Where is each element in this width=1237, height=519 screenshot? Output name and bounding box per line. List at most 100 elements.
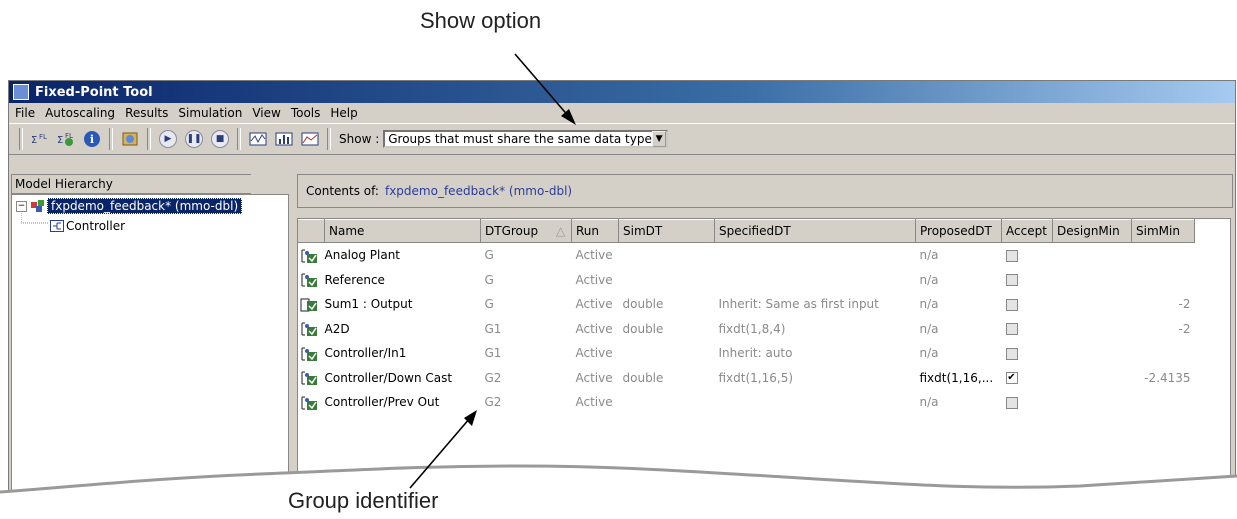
table-row[interactable]: A2D G1 Active double fixdt(1,8,4) n/a -2 (298, 317, 1195, 342)
column-dtgroup[interactable]: DTGroup △ (480, 219, 572, 243)
chevron-down-icon[interactable]: ▼ (651, 131, 667, 147)
app-icon (13, 84, 29, 100)
cell-simmin (1132, 243, 1195, 268)
results-table: Name DTGroup △ Run SimDT SpecifiedDT Pro… (297, 218, 1231, 508)
cell-run: Active (575, 272, 613, 287)
sum-block-icon (300, 298, 318, 312)
column-proposeddt[interactable]: ProposedDT (915, 219, 1002, 243)
accept-checkbox[interactable] (1005, 323, 1018, 336)
menu-help[interactable]: Help (326, 106, 363, 120)
table-row[interactable]: Sum1 : Output G Active double Inherit: Same … (298, 292, 1195, 317)
tree-item-label: Controller (66, 219, 126, 233)
show-histogram-icon[interactable] (273, 128, 295, 150)
cell-run: Active (575, 248, 613, 263)
menu-view[interactable]: View (248, 106, 286, 120)
row-icon (298, 366, 325, 391)
table-header-row: Name DTGroup △ Run SimDT SpecifiedDT Pro… (298, 219, 1195, 243)
table-row[interactable]: Controller/Prev Out G2 Active n/a (298, 390, 1195, 415)
cell-accept (1002, 243, 1053, 268)
svg-text:Σ: Σ (57, 135, 63, 146)
cell-designmin (1053, 292, 1132, 317)
accept-checkbox-checked[interactable]: ✔ (1005, 372, 1018, 385)
cell-run: Active (575, 395, 613, 410)
cell-proposeddt: n/a (919, 346, 939, 361)
cell-accept (1002, 390, 1053, 415)
apply-accepted-fraction-lengths-icon[interactable]: Σ FL (55, 128, 77, 150)
menu-autoscaling[interactable]: Autoscaling (41, 106, 121, 120)
accept-checkbox[interactable] (1005, 249, 1018, 262)
svg-text:Σ: Σ (31, 135, 37, 146)
table-row[interactable]: Controller/In1 G1 Active Inherit: auto n/a (298, 341, 1195, 366)
accept-checkbox[interactable] (1005, 274, 1018, 287)
svg-text:FL: FL (39, 133, 47, 141)
contents-pane: Contents of: fxpdemo_feedback* (mmo-dbl)… (297, 174, 1233, 508)
table-row[interactable]: Controller/Down Cast G2 Active double fixdt(… (298, 366, 1195, 391)
cell-simmin (1132, 341, 1195, 366)
cell-proposeddt: n/a (919, 297, 939, 312)
cell-designmin (1053, 390, 1132, 415)
signal-block-icon (300, 322, 318, 336)
cell-accept (1002, 292, 1053, 317)
show-dropdown[interactable]: Groups that must share the same data typ… (383, 130, 669, 148)
table-row[interactable]: Reference G Active n/a (298, 268, 1195, 293)
column-designmin[interactable]: DesignMin (1052, 219, 1132, 243)
signal-block-icon (300, 396, 318, 410)
model-settings-icon[interactable] (119, 128, 141, 150)
cell-dtgroup: G (484, 272, 494, 287)
cell-name: Sum1 : Output (324, 297, 413, 312)
cell-specifieddt (715, 390, 916, 415)
info-icon[interactable]: i (81, 128, 103, 150)
cell-specifieddt: Inherit: auto (718, 346, 793, 361)
column-simmin[interactable]: SimMin (1131, 219, 1195, 243)
row-header-column (298, 219, 325, 243)
cell-designmin (1053, 341, 1132, 366)
cell-dtgroup: G1 (484, 346, 502, 361)
cell-specifieddt (715, 243, 916, 268)
stop-simulation-icon[interactable]: ■ (209, 128, 231, 150)
tree-item-controller[interactable]: Controller (50, 219, 125, 233)
collapse-icon[interactable]: − (16, 200, 27, 212)
cell-simdt: double (622, 370, 664, 385)
signal-block-icon (300, 347, 318, 361)
column-accept[interactable]: Accept (1001, 219, 1053, 243)
row-icon (298, 292, 325, 317)
cell-name: Reference (324, 272, 385, 287)
column-name[interactable]: Name (324, 219, 481, 243)
accept-checkbox[interactable] (1005, 298, 1018, 311)
cell-simdt (619, 341, 715, 366)
cell-accept (1002, 268, 1053, 293)
menu-bar: File Autoscaling Results Simulation View… (9, 103, 1235, 123)
cell-simmin: -2 (1178, 297, 1191, 312)
accept-checkbox[interactable] (1005, 347, 1018, 360)
cell-simdt (619, 390, 715, 415)
start-simulation-icon[interactable]: ▶ (157, 128, 179, 150)
model-tree: − fxpdemo_feedback* (mmo-dbl) Controller (11, 194, 289, 504)
menu-results[interactable]: Results (121, 106, 174, 120)
cell-simdt (619, 268, 715, 293)
column-specifieddt[interactable]: SpecifiedDT (714, 219, 916, 243)
cell-specifieddt: Inherit: Same as first input (718, 297, 879, 312)
row-icon (298, 243, 325, 268)
cell-specifieddt: fixdt(1,16,5) (718, 370, 794, 385)
table-row[interactable]: Analog Plant G Active n/a (298, 243, 1195, 268)
cell-simmin (1132, 268, 1195, 293)
propose-fraction-lengths-icon[interactable]: Σ FL (29, 128, 51, 150)
column-simdt[interactable]: SimDT (618, 219, 715, 243)
menu-simulation[interactable]: Simulation (174, 106, 248, 120)
menu-file[interactable]: File (11, 106, 41, 120)
menu-tools[interactable]: Tools (287, 106, 327, 120)
toolbar: Σ FL Σ FL i ▶ ❚❚ ■ Show : Groups that must… (9, 123, 1235, 155)
cell-run: Active (575, 346, 613, 361)
cell-designmin (1053, 317, 1132, 342)
row-icon (298, 317, 325, 342)
cell-simmin: -2.4135 (1144, 370, 1191, 385)
compare-runs-icon[interactable] (299, 128, 321, 150)
cell-name: Controller/In1 (324, 346, 407, 361)
fixed-point-tool-window: Fixed-Point Tool File Autoscaling Result… (8, 80, 1236, 510)
cell-dtgroup: G (484, 248, 494, 263)
pause-simulation-icon[interactable]: ❚❚ (183, 128, 205, 150)
accept-checkbox[interactable] (1005, 396, 1018, 409)
show-plot-icon[interactable] (247, 128, 269, 150)
column-run[interactable]: Run (571, 219, 619, 243)
cell-designmin (1053, 268, 1132, 293)
